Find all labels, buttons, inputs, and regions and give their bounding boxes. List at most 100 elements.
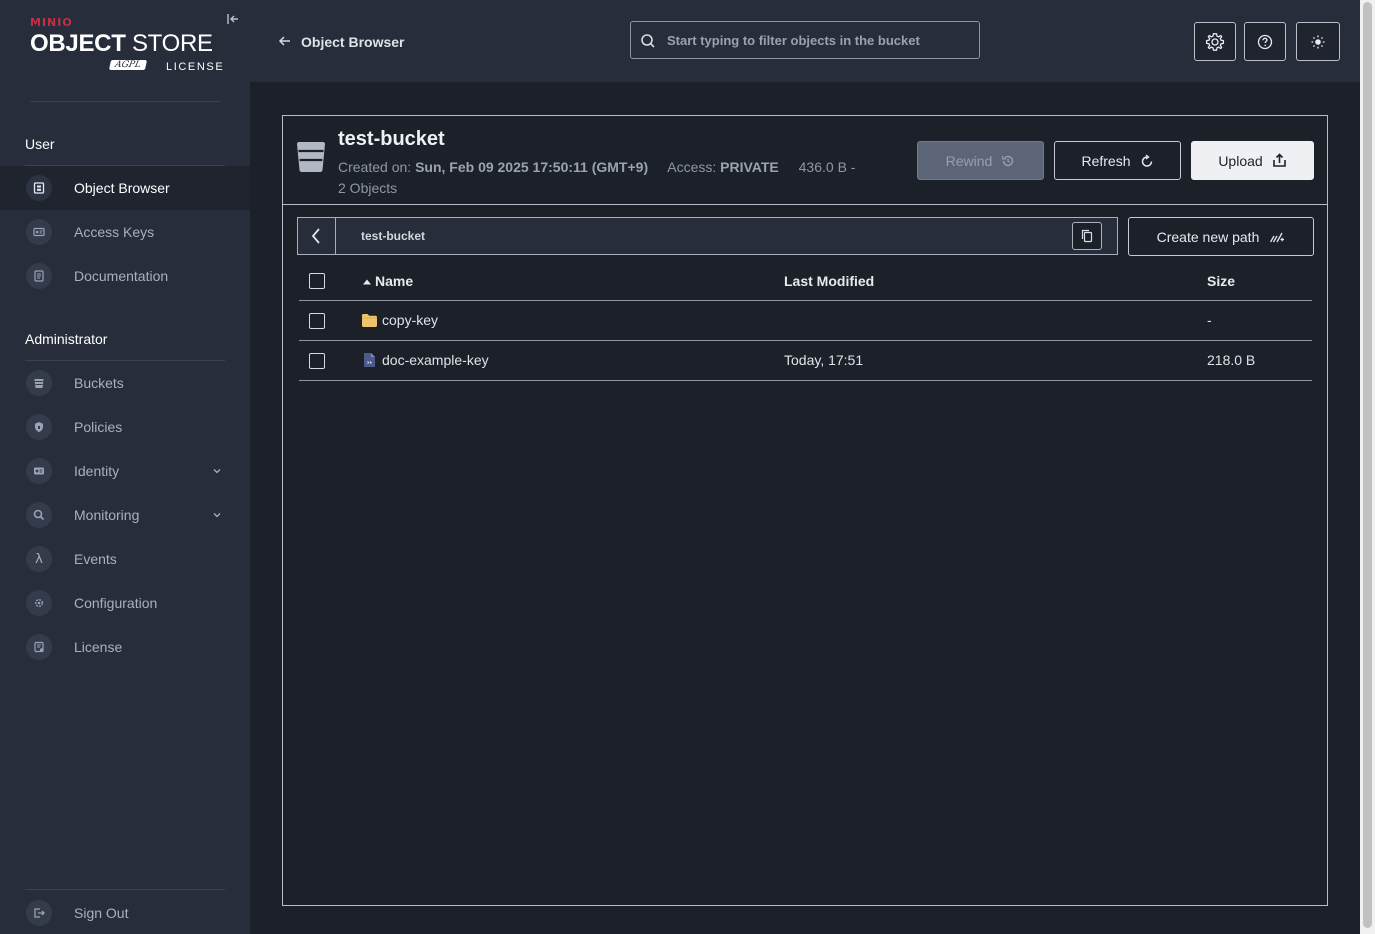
sidebar-item-identity[interactable]: Identity — [0, 449, 250, 493]
gear-icon — [1205, 32, 1225, 51]
sidebar-item-label: Buckets — [74, 375, 124, 391]
help-icon — [1257, 34, 1273, 49]
breadcrumb-back-button[interactable] — [297, 217, 336, 255]
documentation-icon — [26, 263, 52, 289]
logo-title-bold: OBJECT — [30, 30, 126, 57]
row-name: doc-example-key — [382, 352, 489, 368]
chevron-down-icon[interactable] — [211, 509, 223, 521]
page-title: Object Browser — [301, 34, 405, 50]
search-icon — [641, 34, 655, 48]
refresh-label: Refresh — [1081, 152, 1131, 169]
help-button[interactable] — [1244, 22, 1286, 61]
column-header-name[interactable]: Name — [362, 273, 413, 289]
history-icon — [1002, 155, 1014, 166]
access-label: Access: — [667, 159, 717, 175]
row-size: - — [1207, 312, 1212, 328]
access-value: PRIVATE — [720, 159, 779, 175]
row-name-cell[interactable]: doc-example-key — [361, 352, 489, 368]
bucket-icon — [297, 142, 325, 172]
new-path-icon — [1270, 232, 1285, 242]
row-divider — [299, 380, 1312, 381]
upload-icon — [1272, 153, 1286, 167]
created-label: Created on: — [338, 159, 412, 175]
sidebar-item-policies[interactable]: Policies — [0, 405, 250, 449]
bucket-meta: Created on: Sun, Feb 09 2025 17:50:11 (G… — [338, 157, 898, 199]
monitoring-icon — [26, 502, 52, 528]
search-input[interactable] — [667, 30, 967, 50]
license-icon — [26, 634, 52, 660]
sidebar-item-label: Identity — [74, 463, 120, 479]
agpl-badge: AGPL — [108, 60, 147, 70]
column-header-label: Name — [375, 273, 414, 289]
sidebar-item-events[interactable]: λ Events — [0, 537, 250, 581]
settings-button[interactable] — [1194, 22, 1236, 61]
row-name-cell[interactable]: copy-key — [361, 312, 438, 328]
policy-icon — [26, 414, 52, 440]
access-keys-icon — [26, 219, 52, 245]
logo-brand: MINIO — [30, 16, 73, 29]
logo-title-light: STORE — [131, 30, 213, 57]
create-path-label: Create new path — [1156, 228, 1260, 245]
sidebar-item-object-browser[interactable]: Object Browser — [0, 166, 250, 210]
column-header-size[interactable]: Size — [1207, 273, 1235, 289]
sign-out-button[interactable]: Sign Out — [0, 891, 250, 934]
upload-label: Upload — [1218, 152, 1263, 169]
upload-button[interactable]: Upload — [1191, 141, 1314, 180]
logo-divider — [30, 101, 220, 102]
identity-icon — [26, 458, 52, 484]
minio-logo: MINIO OBJECT STORE AGPL LICENSE — [30, 16, 230, 76]
sidebar-item-configuration[interactable]: Configuration — [0, 581, 250, 625]
section-user: User — [25, 136, 55, 152]
rewind-button[interactable]: Rewind — [917, 141, 1044, 180]
sign-out-label: Sign Out — [74, 905, 129, 921]
theme-toggle-button[interactable] — [1296, 22, 1340, 61]
sidebar-item-label: Documentation — [74, 268, 169, 284]
refresh-button[interactable]: Refresh — [1054, 141, 1181, 180]
row-name: copy-key — [382, 312, 439, 328]
sidebar-item-label: Events — [74, 551, 117, 567]
bucket-icon — [26, 370, 52, 396]
collapse-sidebar-icon[interactable] — [226, 12, 240, 26]
row-modified: Today, 17:51 — [784, 352, 864, 368]
copy-path-button[interactable] — [1072, 222, 1102, 250]
created-value: Sun, Feb 09 2025 17:50:11 (GMT+9) — [415, 159, 649, 175]
sidebar-item-label: Object Browser — [74, 180, 170, 196]
rewind-label: Rewind — [945, 152, 993, 169]
table-row[interactable] — [299, 301, 1312, 341]
section-administrator: Administrator — [25, 331, 108, 347]
sidebar-item-label: Monitoring — [74, 507, 140, 523]
scrollbar-thumb[interactable] — [1363, 2, 1372, 928]
logo-title: OBJECT STORE — [30, 30, 213, 58]
folder-icon — [362, 313, 377, 327]
sidebar-item-documentation[interactable]: Documentation — [0, 254, 250, 298]
back-arrow-icon[interactable] — [278, 33, 292, 49]
object-count: 2 Objects — [338, 180, 398, 196]
refresh-icon — [1141, 153, 1152, 167]
sidebar-item-license[interactable]: License — [0, 625, 250, 669]
gear-icon — [26, 590, 52, 616]
sidebar-item-access-keys[interactable]: Access Keys — [0, 210, 250, 254]
sidebar-item-monitoring[interactable]: Monitoring — [0, 493, 250, 537]
row-checkbox[interactable] — [309, 313, 325, 329]
file-icon — [364, 353, 375, 367]
column-header-last-modified[interactable]: Last Modified — [784, 273, 874, 289]
bucket-size: 436.0 B - — [798, 159, 856, 175]
sidebar-item-label: Configuration — [74, 595, 158, 611]
breadcrumb-path[interactable]: test-bucket — [361, 229, 425, 243]
select-all-checkbox[interactable] — [309, 273, 325, 289]
bucket-name: test-bucket — [338, 128, 445, 150]
sidebar-item-buckets[interactable]: Buckets — [0, 361, 250, 405]
chevron-down-icon[interactable] — [211, 465, 223, 477]
row-checkbox[interactable] — [309, 353, 325, 369]
create-new-path-button[interactable]: Create new path — [1128, 217, 1314, 256]
sidebar-item-label: License — [74, 639, 123, 655]
sun-icon — [1311, 35, 1325, 48]
logo-license: LICENSE — [166, 61, 225, 73]
section-divider — [25, 889, 225, 890]
search-box[interactable] — [630, 21, 980, 59]
object-browser-icon — [26, 175, 52, 201]
sign-out-icon — [26, 900, 52, 926]
chevron-left-icon — [311, 228, 320, 244]
sidebar-item-label: Access Keys — [74, 224, 155, 240]
sort-asc-icon — [363, 279, 371, 285]
